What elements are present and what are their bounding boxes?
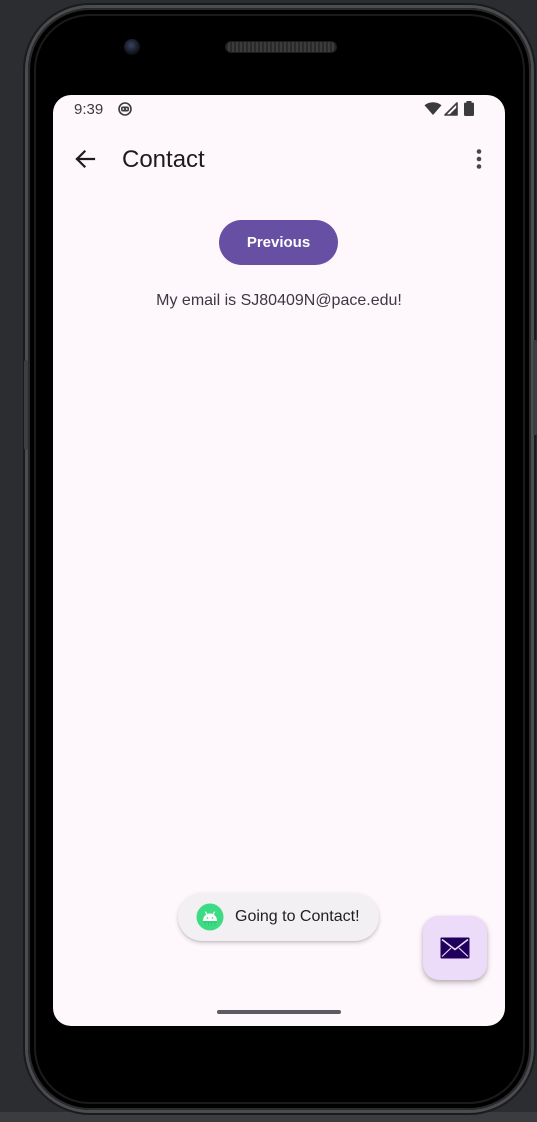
toast-text: Going to Contact! xyxy=(235,908,360,925)
previous-button[interactable]: Previous xyxy=(219,220,338,265)
status-icons xyxy=(424,101,475,116)
battery-icon xyxy=(464,101,474,116)
page-title: Contact xyxy=(122,146,205,173)
email-text: My email is SJ80409N@pace.edu! xyxy=(156,292,402,309)
toast-message: Going to Contact! xyxy=(178,893,379,941)
top-app-bar: Contact xyxy=(53,123,505,195)
android-icon xyxy=(196,903,224,931)
ide-bottom-strip xyxy=(0,1112,537,1122)
mail-icon xyxy=(440,937,470,959)
back-button[interactable] xyxy=(69,143,101,175)
email-fab-button[interactable] xyxy=(423,916,487,980)
overflow-menu-button[interactable] xyxy=(465,143,493,175)
app-screen: 9:39 Contact Previous My email is SJ8040… xyxy=(53,95,505,1026)
wifi-icon xyxy=(424,101,442,115)
gesture-navigation-bar[interactable] xyxy=(217,1010,341,1014)
arrow-back-icon xyxy=(75,149,96,169)
status-bar: 9:39 xyxy=(53,95,505,123)
volume-button xyxy=(24,360,28,450)
power-button xyxy=(533,340,537,435)
more-vert-icon xyxy=(476,149,482,169)
status-time: 9:39 xyxy=(74,101,104,118)
earpiece-speaker xyxy=(226,42,336,52)
signal-icon xyxy=(444,101,458,116)
android-face-icon xyxy=(118,102,132,116)
front-camera xyxy=(124,39,140,55)
